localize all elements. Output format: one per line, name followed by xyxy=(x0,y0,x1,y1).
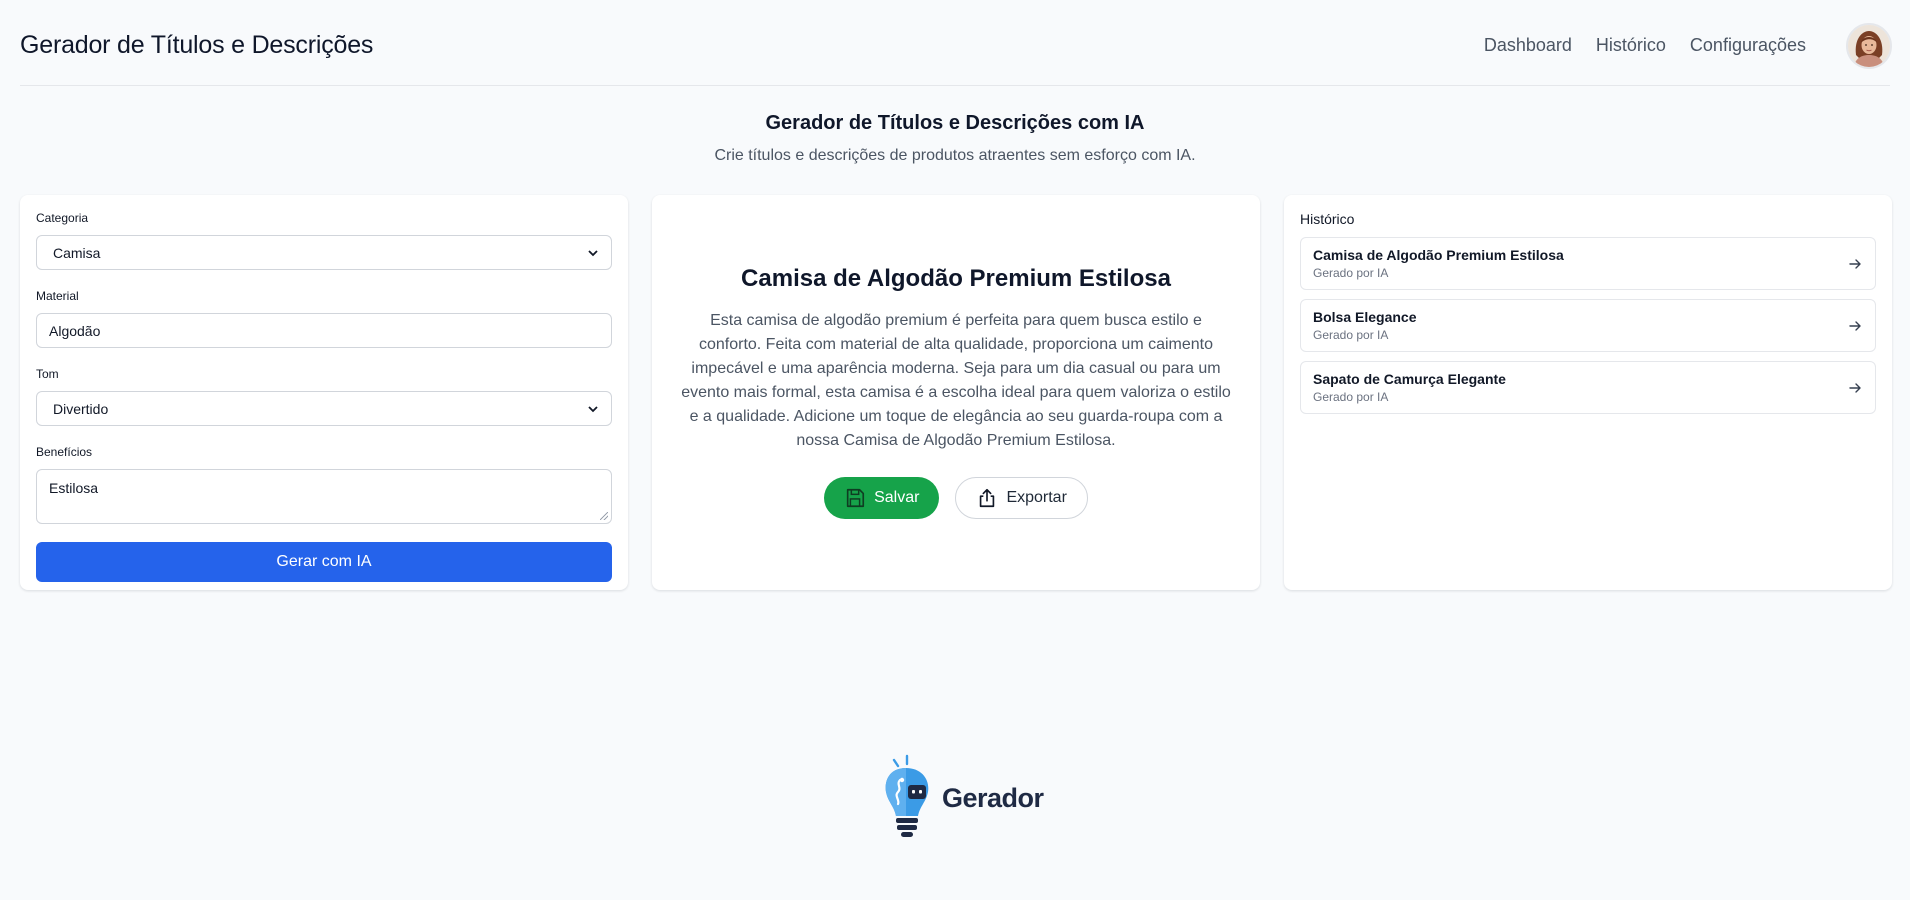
history-item[interactable]: Sapato de Camurça Elegante Gerado por IA xyxy=(1300,361,1876,414)
category-value: Camisa xyxy=(53,244,101,261)
share-icon xyxy=(980,488,995,508)
history-item-text: Bolsa Elegance Gerado por IA xyxy=(1313,309,1417,342)
hero-subtitle: Crie títulos e descrições de produtos at… xyxy=(714,147,1196,164)
result-title: Camisa de Algodão Premium Estilosa xyxy=(741,265,1171,292)
chevron-down-icon xyxy=(588,249,598,256)
benefits-textarea[interactable]: Estilosa xyxy=(36,469,612,524)
nav-settings[interactable]: Configurações xyxy=(1690,35,1806,56)
material-value: Algodão xyxy=(49,322,101,339)
generate-button[interactable]: Gerar com IA xyxy=(36,542,612,582)
tone-value: Divertido xyxy=(53,400,109,417)
history-item[interactable]: Camisa de Algodão Premium Estilosa Gerad… xyxy=(1300,237,1876,290)
material-label: Material xyxy=(36,289,79,303)
export-button[interactable]: Exportar xyxy=(955,477,1088,519)
arrow-right-icon xyxy=(1849,258,1861,269)
history-item[interactable]: Bolsa Elegance Gerado por IA xyxy=(1300,299,1876,352)
arrow-right-icon xyxy=(1849,320,1861,331)
history-item-subtitle: Gerado por IA xyxy=(1313,266,1389,280)
tone-select[interactable]: Divertido xyxy=(36,391,612,426)
nav-dashboard[interactable]: Dashboard xyxy=(1484,35,1572,56)
footer-logo: Gerador xyxy=(880,754,1044,842)
save-button[interactable]: Salvar xyxy=(824,477,940,519)
resize-handle[interactable] xyxy=(600,512,608,520)
history-item-subtitle: Gerado por IA xyxy=(1313,328,1389,342)
lightbulb-robot-logo xyxy=(885,754,929,837)
category-label: Categoria xyxy=(36,211,89,225)
benefits-value: Estilosa xyxy=(49,480,99,496)
user-avatar[interactable] xyxy=(1846,22,1892,69)
main-nav: Dashboard Histórico Configurações xyxy=(1484,17,1892,69)
hero-title: Gerador de Títulos e Descrições com IA xyxy=(765,112,1145,134)
history-item-title: Camisa de Algodão Premium Estilosa xyxy=(1313,247,1564,263)
benefits-label: Benefícios xyxy=(36,445,93,459)
history-item-subtitle: Gerado por IA xyxy=(1313,390,1389,404)
save-icon xyxy=(846,488,865,508)
history-heading: Histórico xyxy=(1300,211,1355,227)
tone-label: Tom xyxy=(36,367,59,381)
history-card: Histórico Camisa de Algodão Premium Esti… xyxy=(1284,195,1892,590)
form-card: Categoria Camisa Material Algodão Tom Di… xyxy=(20,195,628,590)
footer-brand: Gerador xyxy=(942,782,1044,813)
top-header: Gerador de Títulos e Descrições Dashboar… xyxy=(20,0,1892,86)
history-item-title: Sapato de Camurça Elegante xyxy=(1313,371,1506,387)
arrow-right-icon xyxy=(1849,382,1861,393)
result-actions: Salvar Exportar xyxy=(678,477,1234,519)
history-item-title: Bolsa Elegance xyxy=(1313,309,1417,325)
category-select[interactable]: Camisa xyxy=(36,235,612,270)
save-label: Salvar xyxy=(874,489,920,506)
result-description: Esta camisa de algodão premium é perfeit… xyxy=(681,312,1231,449)
result-card: Camisa de Algodão Premium Estilosa Esta … xyxy=(652,195,1260,590)
nav-history[interactable]: Histórico xyxy=(1596,35,1666,56)
export-label: Exportar xyxy=(1006,489,1067,506)
history-item-text: Sapato de Camurça Elegante Gerado por IA xyxy=(1313,371,1506,404)
material-input[interactable]: Algodão xyxy=(36,313,612,348)
app-title: Gerador de Títulos e Descrições xyxy=(20,31,374,59)
chevron-down-icon xyxy=(588,405,598,412)
avatar-icon xyxy=(1848,24,1890,67)
hero-section: Gerador de Títulos e Descrições com IA C… xyxy=(0,112,1910,165)
history-item-text: Camisa de Algodão Premium Estilosa Gerad… xyxy=(1313,247,1564,280)
